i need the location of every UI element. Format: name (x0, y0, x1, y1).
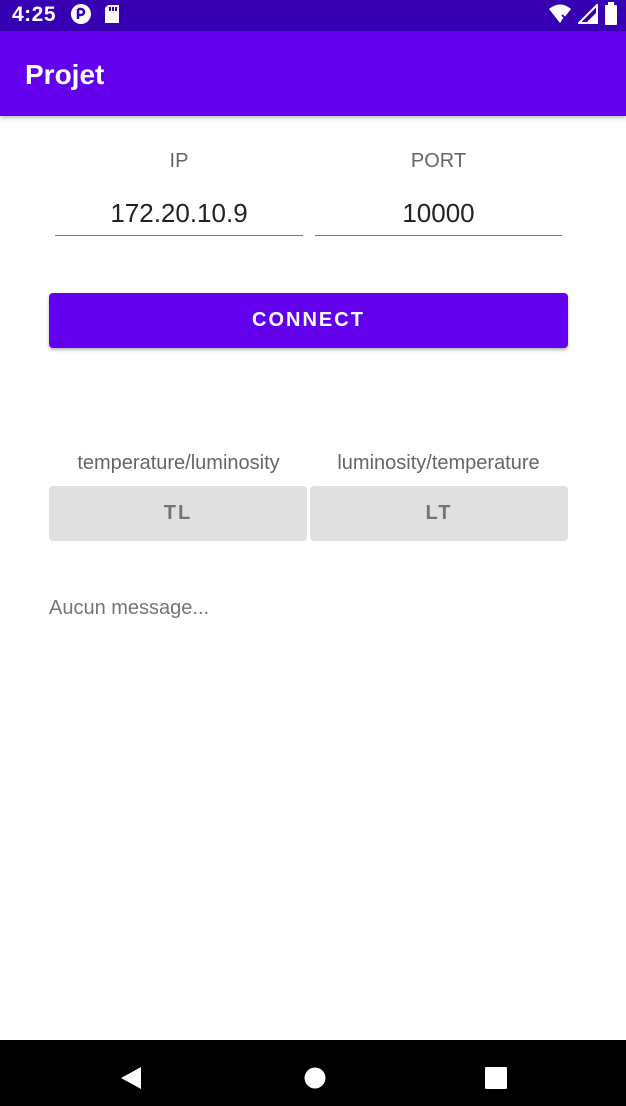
lt-button[interactable]: LT (310, 486, 568, 541)
port-label: PORT (410, 150, 467, 172)
recents-icon[interactable] (485, 1067, 507, 1094)
sd-card-icon (104, 4, 120, 29)
lt-caption: luminosity/temperature (337, 452, 540, 474)
wifi-off-icon (548, 3, 572, 30)
status-time: 4:25 (12, 3, 57, 26)
back-icon[interactable] (119, 1066, 143, 1095)
ip-field[interactable] (55, 192, 303, 236)
tl-button[interactable]: TL (49, 486, 307, 541)
connect-button[interactable]: CONNECT (49, 293, 568, 348)
battery-icon (604, 2, 618, 31)
tl-caption: temperature/luminosity (77, 452, 280, 474)
status-bar: 4:25 (0, 0, 626, 31)
data-saver-icon (70, 3, 92, 30)
home-icon[interactable] (304, 1067, 326, 1094)
app-title: Projet (25, 59, 105, 90)
message-text: Aucun message... (49, 597, 210, 619)
signal-icon (576, 2, 598, 29)
port-field[interactable] (315, 192, 562, 236)
ip-label: IP (169, 150, 189, 172)
app-bar: Projet (0, 31, 626, 116)
navigation-bar (0, 1040, 626, 1106)
